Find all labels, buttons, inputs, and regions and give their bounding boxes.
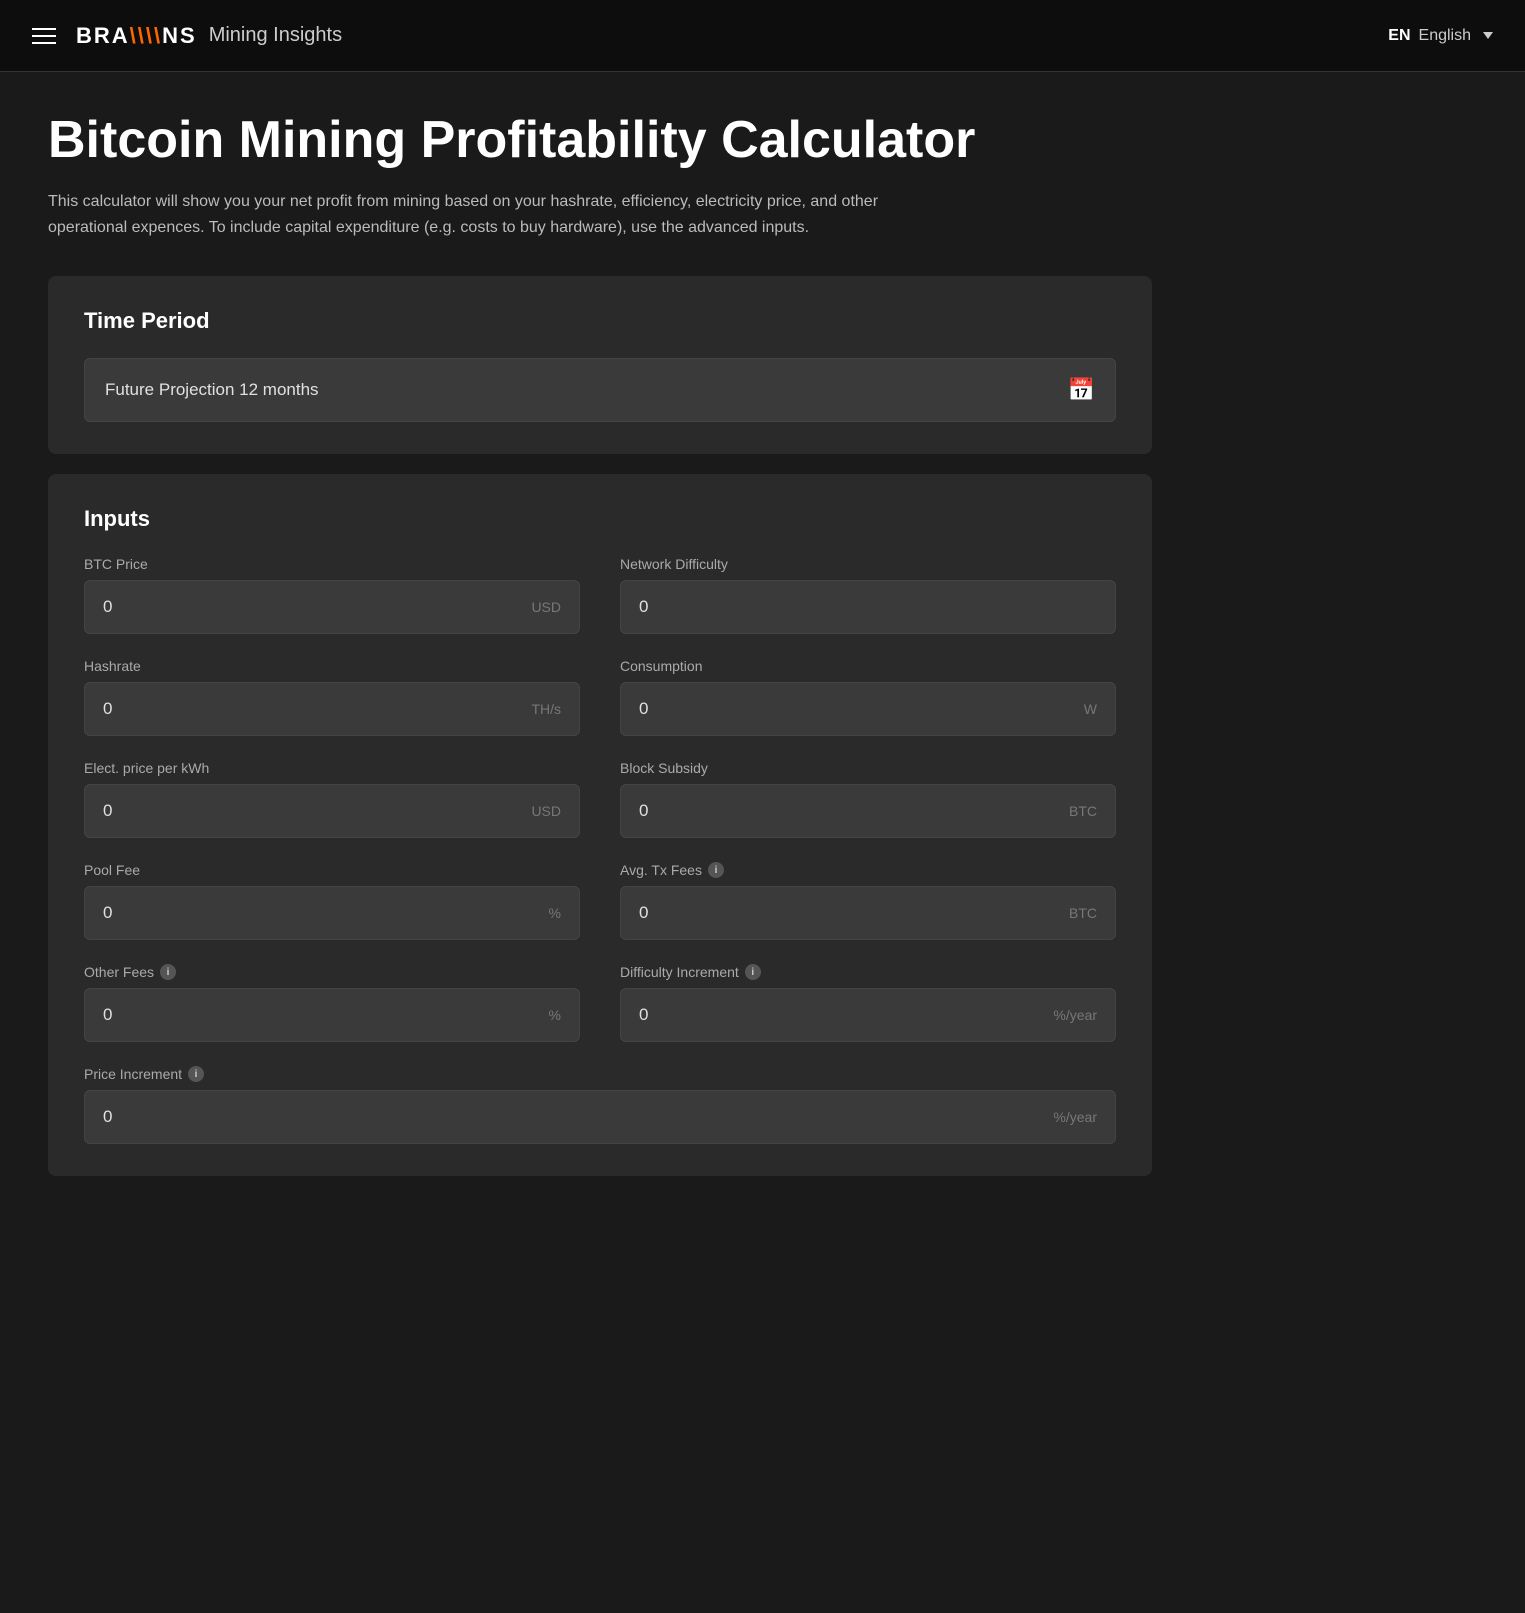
input-btc-price[interactable] bbox=[103, 597, 469, 617]
time-period-dropdown[interactable]: Future Projection 12 months 📅 bbox=[84, 358, 1116, 422]
input-group-consumption: Consumption W bbox=[620, 658, 1116, 736]
inputs-grid: BTC Price USD Network Difficulty Hashrate TH… bbox=[84, 556, 1116, 1144]
unit-pool-fee: % bbox=[549, 905, 561, 921]
label-pool-fee: Pool Fee bbox=[84, 862, 580, 878]
input-field-difficulty-increment[interactable]: %/year bbox=[620, 988, 1116, 1042]
label-price-increment: Price Incrementi bbox=[84, 1066, 1116, 1082]
inputs-title: Inputs bbox=[84, 506, 1116, 532]
input-group-block-subsidy: Block Subsidy BTC bbox=[620, 760, 1116, 838]
input-difficulty-increment[interactable] bbox=[639, 1005, 1005, 1025]
header-left: BRA\\\\NS Mining Insights bbox=[32, 23, 342, 49]
time-period-selected-label: Future Projection 12 months bbox=[105, 380, 319, 400]
input-group-hashrate: Hashrate TH/s bbox=[84, 658, 580, 736]
input-field-network-difficulty[interactable] bbox=[620, 580, 1116, 634]
label-other-fees: Other Feesi bbox=[84, 964, 580, 980]
input-field-price-increment[interactable]: %/year bbox=[84, 1090, 1116, 1144]
input-group-pool-fee: Pool Fee% bbox=[84, 862, 580, 940]
label-btc-price: BTC Price bbox=[84, 556, 580, 572]
calendar-icon: 📅 bbox=[1068, 377, 1095, 403]
lang-code: EN bbox=[1388, 27, 1410, 45]
page-description: This calculator will show you your net p… bbox=[48, 189, 948, 240]
unit-block-subsidy: BTC bbox=[1069, 803, 1097, 819]
language-selector[interactable]: EN English bbox=[1388, 27, 1493, 45]
label-elect-price: Elect. price per kWh bbox=[84, 760, 580, 776]
label-difficulty-increment: Difficulty Incrementi bbox=[620, 964, 1116, 980]
menu-button[interactable] bbox=[32, 28, 56, 44]
label-avg-tx-fees: Avg. Tx Feesi bbox=[620, 862, 1116, 878]
unit-elect-price: USD bbox=[531, 803, 561, 819]
input-consumption[interactable] bbox=[639, 699, 1005, 719]
input-group-network-difficulty: Network Difficulty bbox=[620, 556, 1116, 634]
input-group-other-fees: Other Feesi% bbox=[84, 964, 580, 1042]
unit-avg-tx-fees: BTC bbox=[1069, 905, 1097, 921]
input-field-avg-tx-fees[interactable]: BTC bbox=[620, 886, 1116, 940]
input-price-increment[interactable] bbox=[103, 1107, 898, 1127]
info-icon-price-increment[interactable]: i bbox=[188, 1066, 204, 1082]
lang-label: English bbox=[1419, 27, 1471, 45]
input-field-hashrate[interactable]: TH/s bbox=[84, 682, 580, 736]
input-group-difficulty-increment: Difficulty Incrementi %/year bbox=[620, 964, 1116, 1042]
main-content: Bitcoin Mining Profitability Calculator … bbox=[0, 72, 1200, 1216]
input-field-elect-price[interactable]: USD bbox=[84, 784, 580, 838]
input-block-subsidy[interactable] bbox=[639, 801, 1005, 821]
inputs-section: Inputs BTC Price USD Network Difficulty Has… bbox=[48, 474, 1152, 1176]
unit-consumption: W bbox=[1084, 701, 1097, 717]
input-hashrate[interactable] bbox=[103, 699, 469, 719]
info-icon-avg-tx-fees[interactable]: i bbox=[708, 862, 724, 878]
unit-btc-price: USD bbox=[531, 599, 561, 615]
info-icon-difficulty-increment[interactable]: i bbox=[745, 964, 761, 980]
unit-hashrate: TH/s bbox=[531, 701, 561, 717]
label-block-subsidy: Block Subsidy bbox=[620, 760, 1116, 776]
label-network-difficulty: Network Difficulty bbox=[620, 556, 1116, 572]
logo-product: Mining Insights bbox=[209, 24, 342, 47]
input-group-elect-price: Elect. price per kWh USD bbox=[84, 760, 580, 838]
input-pool-fee[interactable] bbox=[103, 903, 469, 923]
logo-brand: BRA\\\\NS bbox=[76, 23, 197, 49]
input-group-avg-tx-fees: Avg. Tx Feesi BTC bbox=[620, 862, 1116, 940]
input-avg-tx-fees[interactable] bbox=[639, 903, 1005, 923]
input-field-other-fees[interactable]: % bbox=[84, 988, 580, 1042]
time-period-section: Time Period Future Projection 12 months … bbox=[48, 276, 1152, 454]
label-hashrate: Hashrate bbox=[84, 658, 580, 674]
unit-price-increment: %/year bbox=[1053, 1109, 1097, 1125]
input-field-block-subsidy[interactable]: BTC bbox=[620, 784, 1116, 838]
input-group-btc-price: BTC Price USD bbox=[84, 556, 580, 634]
page-title: Bitcoin Mining Profitability Calculator bbox=[48, 112, 1152, 169]
logo: BRA\\\\NS Mining Insights bbox=[76, 23, 342, 49]
input-group-price-increment: Price Incrementi %/year bbox=[84, 1066, 1116, 1144]
unit-difficulty-increment: %/year bbox=[1053, 1007, 1097, 1023]
unit-other-fees: % bbox=[549, 1007, 561, 1023]
time-period-title: Time Period bbox=[84, 308, 1116, 334]
input-field-pool-fee[interactable]: % bbox=[84, 886, 580, 940]
input-field-btc-price[interactable]: USD bbox=[84, 580, 580, 634]
input-elect-price[interactable] bbox=[103, 801, 469, 821]
info-icon-other-fees[interactable]: i bbox=[160, 964, 176, 980]
chevron-down-icon bbox=[1483, 32, 1493, 39]
input-other-fees[interactable] bbox=[103, 1005, 469, 1025]
input-network-difficulty[interactable] bbox=[639, 597, 1005, 617]
input-field-consumption[interactable]: W bbox=[620, 682, 1116, 736]
label-consumption: Consumption bbox=[620, 658, 1116, 674]
app-header: BRA\\\\NS Mining Insights EN English bbox=[0, 0, 1525, 72]
